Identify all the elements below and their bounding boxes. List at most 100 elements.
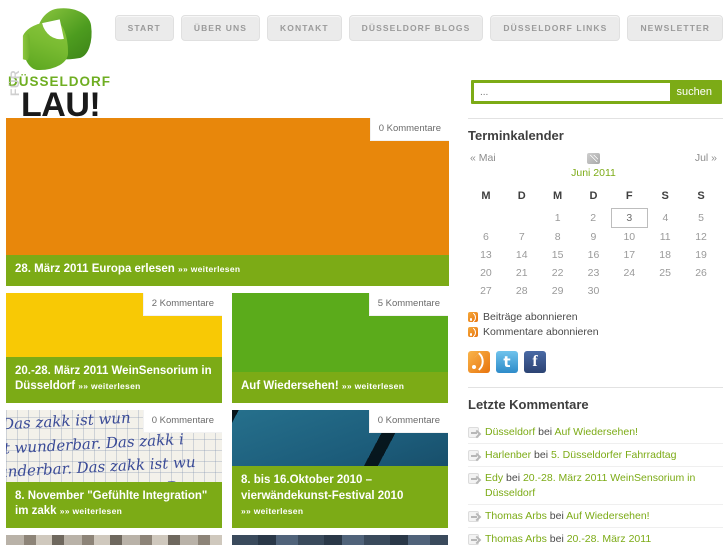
post-read-more-link[interactable]: »» weiterlesen <box>342 381 404 391</box>
calendar-day[interactable]: 5 <box>683 209 719 228</box>
rss-icon <box>468 327 478 337</box>
comment-entry[interactable]: Harlenber bei 5. Düsseldorfer Fahrradtag <box>485 448 676 462</box>
post-thumbnail <box>6 535 222 545</box>
post-tile-partial-1[interactable] <box>6 535 225 545</box>
calendar-day[interactable]: 22 <box>540 264 576 282</box>
list-item[interactable]: Düsseldorf bei Auf Wiedersehen! <box>468 421 723 445</box>
calendar-day[interactable]: 23 <box>576 264 612 282</box>
calendar-day-today[interactable]: 3 <box>610 208 648 228</box>
calendar-next-month-link[interactable]: Jul » <box>695 152 717 164</box>
rss-icon[interactable] <box>468 351 490 373</box>
calendar-day[interactable]: 17 <box>611 246 647 264</box>
facebook-icon[interactable]: f <box>524 351 546 373</box>
calendar-feed-icon[interactable] <box>587 153 600 164</box>
calendar-day[interactable]: 8 <box>540 228 576 247</box>
post-read-more-link[interactable]: »» weiterlesen <box>78 381 140 391</box>
calendar-day[interactable]: 25 <box>647 264 683 282</box>
calendar-day[interactable]: 15 <box>540 246 576 264</box>
calendar-day[interactable]: 30 <box>576 282 612 300</box>
list-item[interactable]: Harlenber bei 5. Düsseldorfer Fahrradtag <box>468 444 723 468</box>
nav-item-newsletter[interactable]: NEWSLETTER <box>627 15 723 41</box>
comment-arrow-icon <box>468 473 479 485</box>
calendar-day[interactable]: 29 <box>540 282 576 300</box>
calendar-day[interactable]: 4 <box>647 209 683 228</box>
calendar-day[interactable]: 6 <box>468 228 504 247</box>
comment-arrow-icon <box>468 533 479 545</box>
calendar-day[interactable]: 26 <box>683 264 719 282</box>
post-read-more-link[interactable]: »» weiterlesen <box>241 506 303 516</box>
calendar-day[interactable]: 16 <box>576 246 612 264</box>
calendar-day[interactable]: 1 <box>540 209 576 228</box>
calendar-day[interactable]: 21 <box>504 264 540 282</box>
calendar-day[interactable]: 9 <box>576 228 612 247</box>
calendar-weekday: S <box>661 190 669 203</box>
calendar-day[interactable]: 12 <box>683 228 719 247</box>
post-tile-weinsensorium[interactable]: 2 Kommentare 20.-28. März 2011 WeinSenso… <box>6 293 225 403</box>
site-logo[interactable]: DÜSSELDORF FÜR LAU! <box>8 4 118 122</box>
calendar-day[interactable]: 11 <box>647 228 683 247</box>
list-item[interactable]: Thomas Arbs bei Auf Wiedersehen! <box>468 505 723 528</box>
post-tile-auf-wiedersehen[interactable]: 5 Kommentare Auf Wiedersehen! »» weiterl… <box>232 293 451 403</box>
calendar-week: 1 2 3 4 5 <box>468 208 719 228</box>
feed-row[interactable]: Kommentare abonnieren <box>468 326 723 338</box>
post-tile-partial-2[interactable] <box>232 535 451 545</box>
calendar-day[interactable]: 19 <box>683 246 719 264</box>
post-caption: 20.-28. März 2011 WeinSensorium in Düsse… <box>6 356 222 403</box>
calendar-day[interactable]: 13 <box>468 246 504 264</box>
calendar-week: 27 28 29 30 <box>468 282 719 300</box>
calendar-day[interactable]: 27 <box>468 282 504 300</box>
comment-entry[interactable]: Düsseldorf bei Auf Wiedersehen! <box>485 425 638 439</box>
search-submit-button[interactable]: suchen <box>669 83 719 101</box>
page-root: DÜSSELDORF FÜR LAU! START ÜBER UNS KONTA… <box>0 0 727 545</box>
feed-links: Beiträge abonnieren Kommentare abonniere… <box>468 311 723 338</box>
comment-author: Thomas Arbs <box>485 509 547 522</box>
calendar-day[interactable]: 14 <box>504 246 540 264</box>
comment-connector: bei <box>546 532 567 545</box>
post-tile-gefuehlte-integration[interactable]: Das zakk ist wun st wunderbar. Das zakk … <box>6 410 225 528</box>
twitter-icon[interactable]: t <box>496 351 518 373</box>
calendar-day[interactable]: 28 <box>504 282 540 300</box>
post-tile-europa-erlesen[interactable]: 0 Kommentare 28. März 2011 Europa erlese… <box>6 118 452 286</box>
nav-item-kontakt[interactable]: KONTAKT <box>267 15 342 41</box>
calendar-weekday: D <box>589 190 598 203</box>
feed-link-posts[interactable]: Beiträge abonnieren <box>483 311 578 323</box>
post-read-more-link[interactable]: »» weiterlesen <box>178 264 240 274</box>
post-comment-count[interactable]: 5 Kommentare <box>368 293 448 316</box>
nav-item-duesseldorf-links[interactable]: DÜSSELDORF LINKS <box>490 15 621 41</box>
post-title: Auf Wiedersehen! <box>241 380 339 393</box>
feed-link-comments[interactable]: Kommentare abonnieren <box>483 326 599 338</box>
nav-item-duesseldorf-blogs[interactable]: DÜSSELDORF BLOGS <box>348 15 484 41</box>
calendar-day[interactable]: 18 <box>647 246 683 264</box>
comment-post-title: Auf Wiedersehen! <box>566 509 650 522</box>
post-comment-count[interactable]: 2 Kommentare <box>142 293 222 316</box>
post-comment-count[interactable]: 0 Kommentare <box>368 410 448 433</box>
sidebar: Terminkalender « Mai Juni 2011 Jul » M D <box>468 118 723 545</box>
recent-comments-widget: Letzte Kommentare Düsseldorf bei Auf Wie… <box>468 387 723 545</box>
comment-connector: bei <box>531 449 551 462</box>
comment-entry[interactable]: Edy bei 20.-28. März 2011 WeinSensorium … <box>485 471 723 499</box>
calendar-day[interactable]: 20 <box>468 264 504 282</box>
search-input[interactable] <box>474 83 670 101</box>
calendar-day[interactable]: 24 <box>611 264 647 282</box>
comment-connector: bei <box>503 472 523 485</box>
comment-entry[interactable]: Thomas Arbs bei Auf Wiedersehen! <box>485 509 650 523</box>
post-caption: 28. März 2011 Europa erlesen »» weiterle… <box>6 255 449 286</box>
nav-item-start[interactable]: START <box>114 15 174 41</box>
post-comment-count[interactable]: 0 Kommentare <box>369 118 449 141</box>
list-item[interactable]: Edy bei 20.-28. März 2011 WeinSensorium … <box>468 467 723 505</box>
calendar-day[interactable]: 7 <box>504 228 540 247</box>
post-row-partial <box>6 535 458 545</box>
calendar-day[interactable]: 2 <box>576 209 612 228</box>
comment-entry[interactable]: Thomas Arbs bei 20.-28. März 2011 WeinSe… <box>485 532 723 545</box>
post-comment-count[interactable]: 0 Kommentare <box>142 410 222 433</box>
feed-row[interactable]: Beiträge abonnieren <box>468 311 723 323</box>
comment-arrow-icon <box>468 510 479 522</box>
comment-author: Edy <box>485 472 504 485</box>
post-tile-vierwaendekunst[interactable]: 0 Kommentare 8. bis 16.Oktober 2010 – vi… <box>232 410 451 528</box>
calendar-day[interactable]: 10 <box>611 228 647 247</box>
social-links: t f <box>468 351 723 373</box>
nav-item-ueber-uns[interactable]: ÜBER UNS <box>180 15 261 41</box>
post-read-more-link[interactable]: »» weiterlesen <box>60 506 122 516</box>
post-row: Das zakk ist wun st wunderbar. Das zakk … <box>6 410 458 528</box>
list-item[interactable]: Thomas Arbs bei 20.-28. März 2011 WeinSe… <box>468 528 723 545</box>
